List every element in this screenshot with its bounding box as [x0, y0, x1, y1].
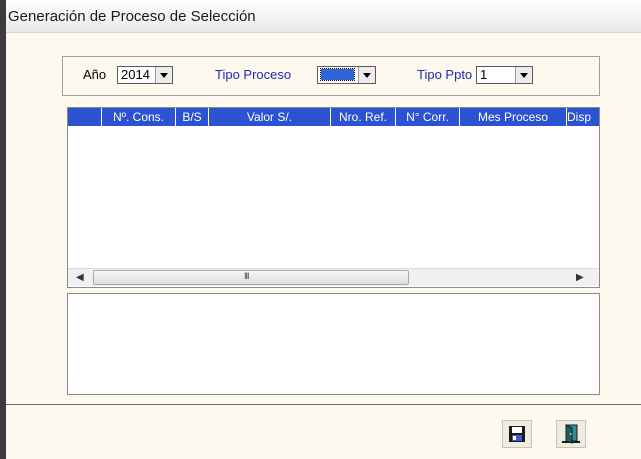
- process-window: Generación de Proceso de Selección Año 2…: [0, 0, 641, 459]
- column-header-mes-proceso[interactable]: Mes Proceso: [460, 108, 567, 126]
- anio-label: Año: [83, 67, 107, 82]
- chevron-down-icon[interactable]: [515, 67, 532, 83]
- tipo-ppto-label: Tipo Ppto: [417, 67, 473, 82]
- column-header-num-cons[interactable]: Nº. Cons.: [102, 108, 176, 126]
- scroll-right-icon[interactable]: ▶: [576, 272, 584, 283]
- column-header-valor[interactable]: Valor S/.: [209, 108, 331, 126]
- anio-value: 2014: [121, 67, 150, 82]
- column-header-nro-ref[interactable]: Nro. Ref.: [331, 108, 396, 126]
- memo-textarea[interactable]: [67, 293, 600, 395]
- title-bar: Generación de Proceso de Selección: [6, 0, 641, 33]
- tipo-ppto-value: 1: [480, 67, 488, 82]
- save-icon: [509, 426, 525, 442]
- scroll-left-icon[interactable]: ◀: [76, 272, 84, 283]
- horizontal-scrollbar[interactable]: ◀ III ▶: [68, 268, 599, 286]
- scroll-grip: III: [244, 271, 249, 281]
- tipo-proceso-label: Tipo Proceso: [215, 67, 292, 82]
- save-button[interactable]: [502, 420, 532, 448]
- anio-select[interactable]: 2014: [117, 66, 173, 84]
- exit-button[interactable]: [556, 420, 586, 448]
- scroll-thumb[interactable]: III: [93, 270, 409, 285]
- column-header-num-corr[interactable]: N° Corr.: [396, 108, 460, 126]
- filter-panel: Año 2014 Tipo Proceso Tipo Ppto 1: [62, 56, 600, 96]
- column-header-row-selector[interactable]: [68, 108, 102, 126]
- window-title: Generación de Proceso de Selección: [8, 8, 256, 25]
- chevron-down-icon[interactable]: [358, 67, 375, 83]
- chevron-down-icon[interactable]: [155, 67, 172, 83]
- grid-header: Nº. Cons. B/S Valor S/. Nro. Ref. N° Cor…: [68, 108, 599, 126]
- footer-divider: [6, 404, 641, 405]
- tipo-proceso-selection: [320, 68, 355, 81]
- tipo-proceso-select[interactable]: [317, 66, 376, 84]
- process-grid[interactable]: Nº. Cons. B/S Valor S/. Nro. Ref. N° Cor…: [67, 107, 600, 288]
- column-header-disp[interactable]: Disp: [567, 108, 599, 126]
- column-header-bs[interactable]: B/S: [176, 108, 209, 126]
- tipo-ppto-select[interactable]: 1: [476, 66, 533, 84]
- exit-door-icon: [562, 424, 580, 444]
